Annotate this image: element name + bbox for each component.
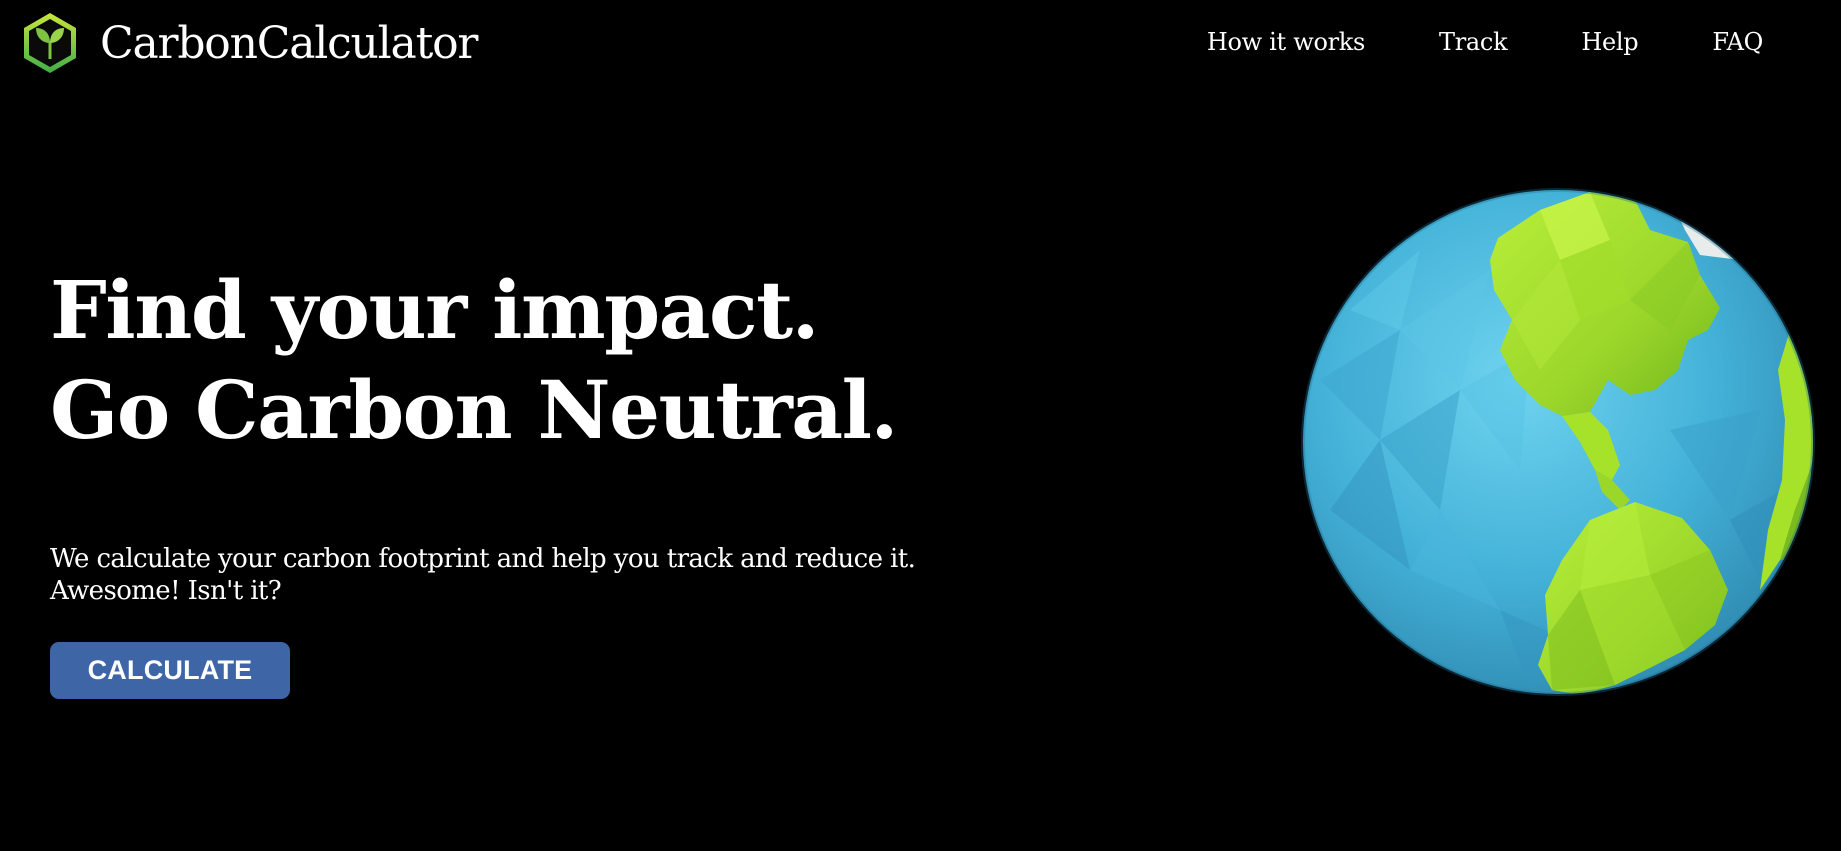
subtext-line-1: We calculate your carbon footprint and h…: [50, 544, 916, 574]
hero-headline: Find your impact. Go Carbon Neutral.: [50, 260, 1050, 460]
sprout-hexagon-icon: [24, 13, 76, 73]
low-poly-earth-globe: [1301, 188, 1815, 696]
headline-line-2: Go Carbon Neutral.: [50, 363, 898, 457]
hero-subtext: We calculate your carbon footprint and h…: [50, 543, 916, 607]
headline-line-1: Find your impact.: [50, 263, 819, 357]
subtext-line-2: Awesome! Isn't it?: [50, 576, 282, 606]
site-header: CarbonCalculator How it works Track Help…: [0, 0, 1841, 95]
brand-link[interactable]: CarbonCalculator: [20, 10, 478, 76]
nav-faq[interactable]: FAQ: [1712, 28, 1763, 56]
main-nav: How it works Track Help FAQ: [1207, 28, 1763, 56]
calculate-button[interactable]: CALCULATE: [50, 642, 290, 699]
nav-help[interactable]: Help: [1581, 28, 1638, 56]
hero-section: Find your impact. Go Carbon Neutral.: [50, 260, 1050, 460]
nav-track[interactable]: Track: [1439, 28, 1508, 56]
brand-name: CarbonCalculator: [100, 17, 478, 69]
nav-how-it-works[interactable]: How it works: [1207, 28, 1366, 56]
